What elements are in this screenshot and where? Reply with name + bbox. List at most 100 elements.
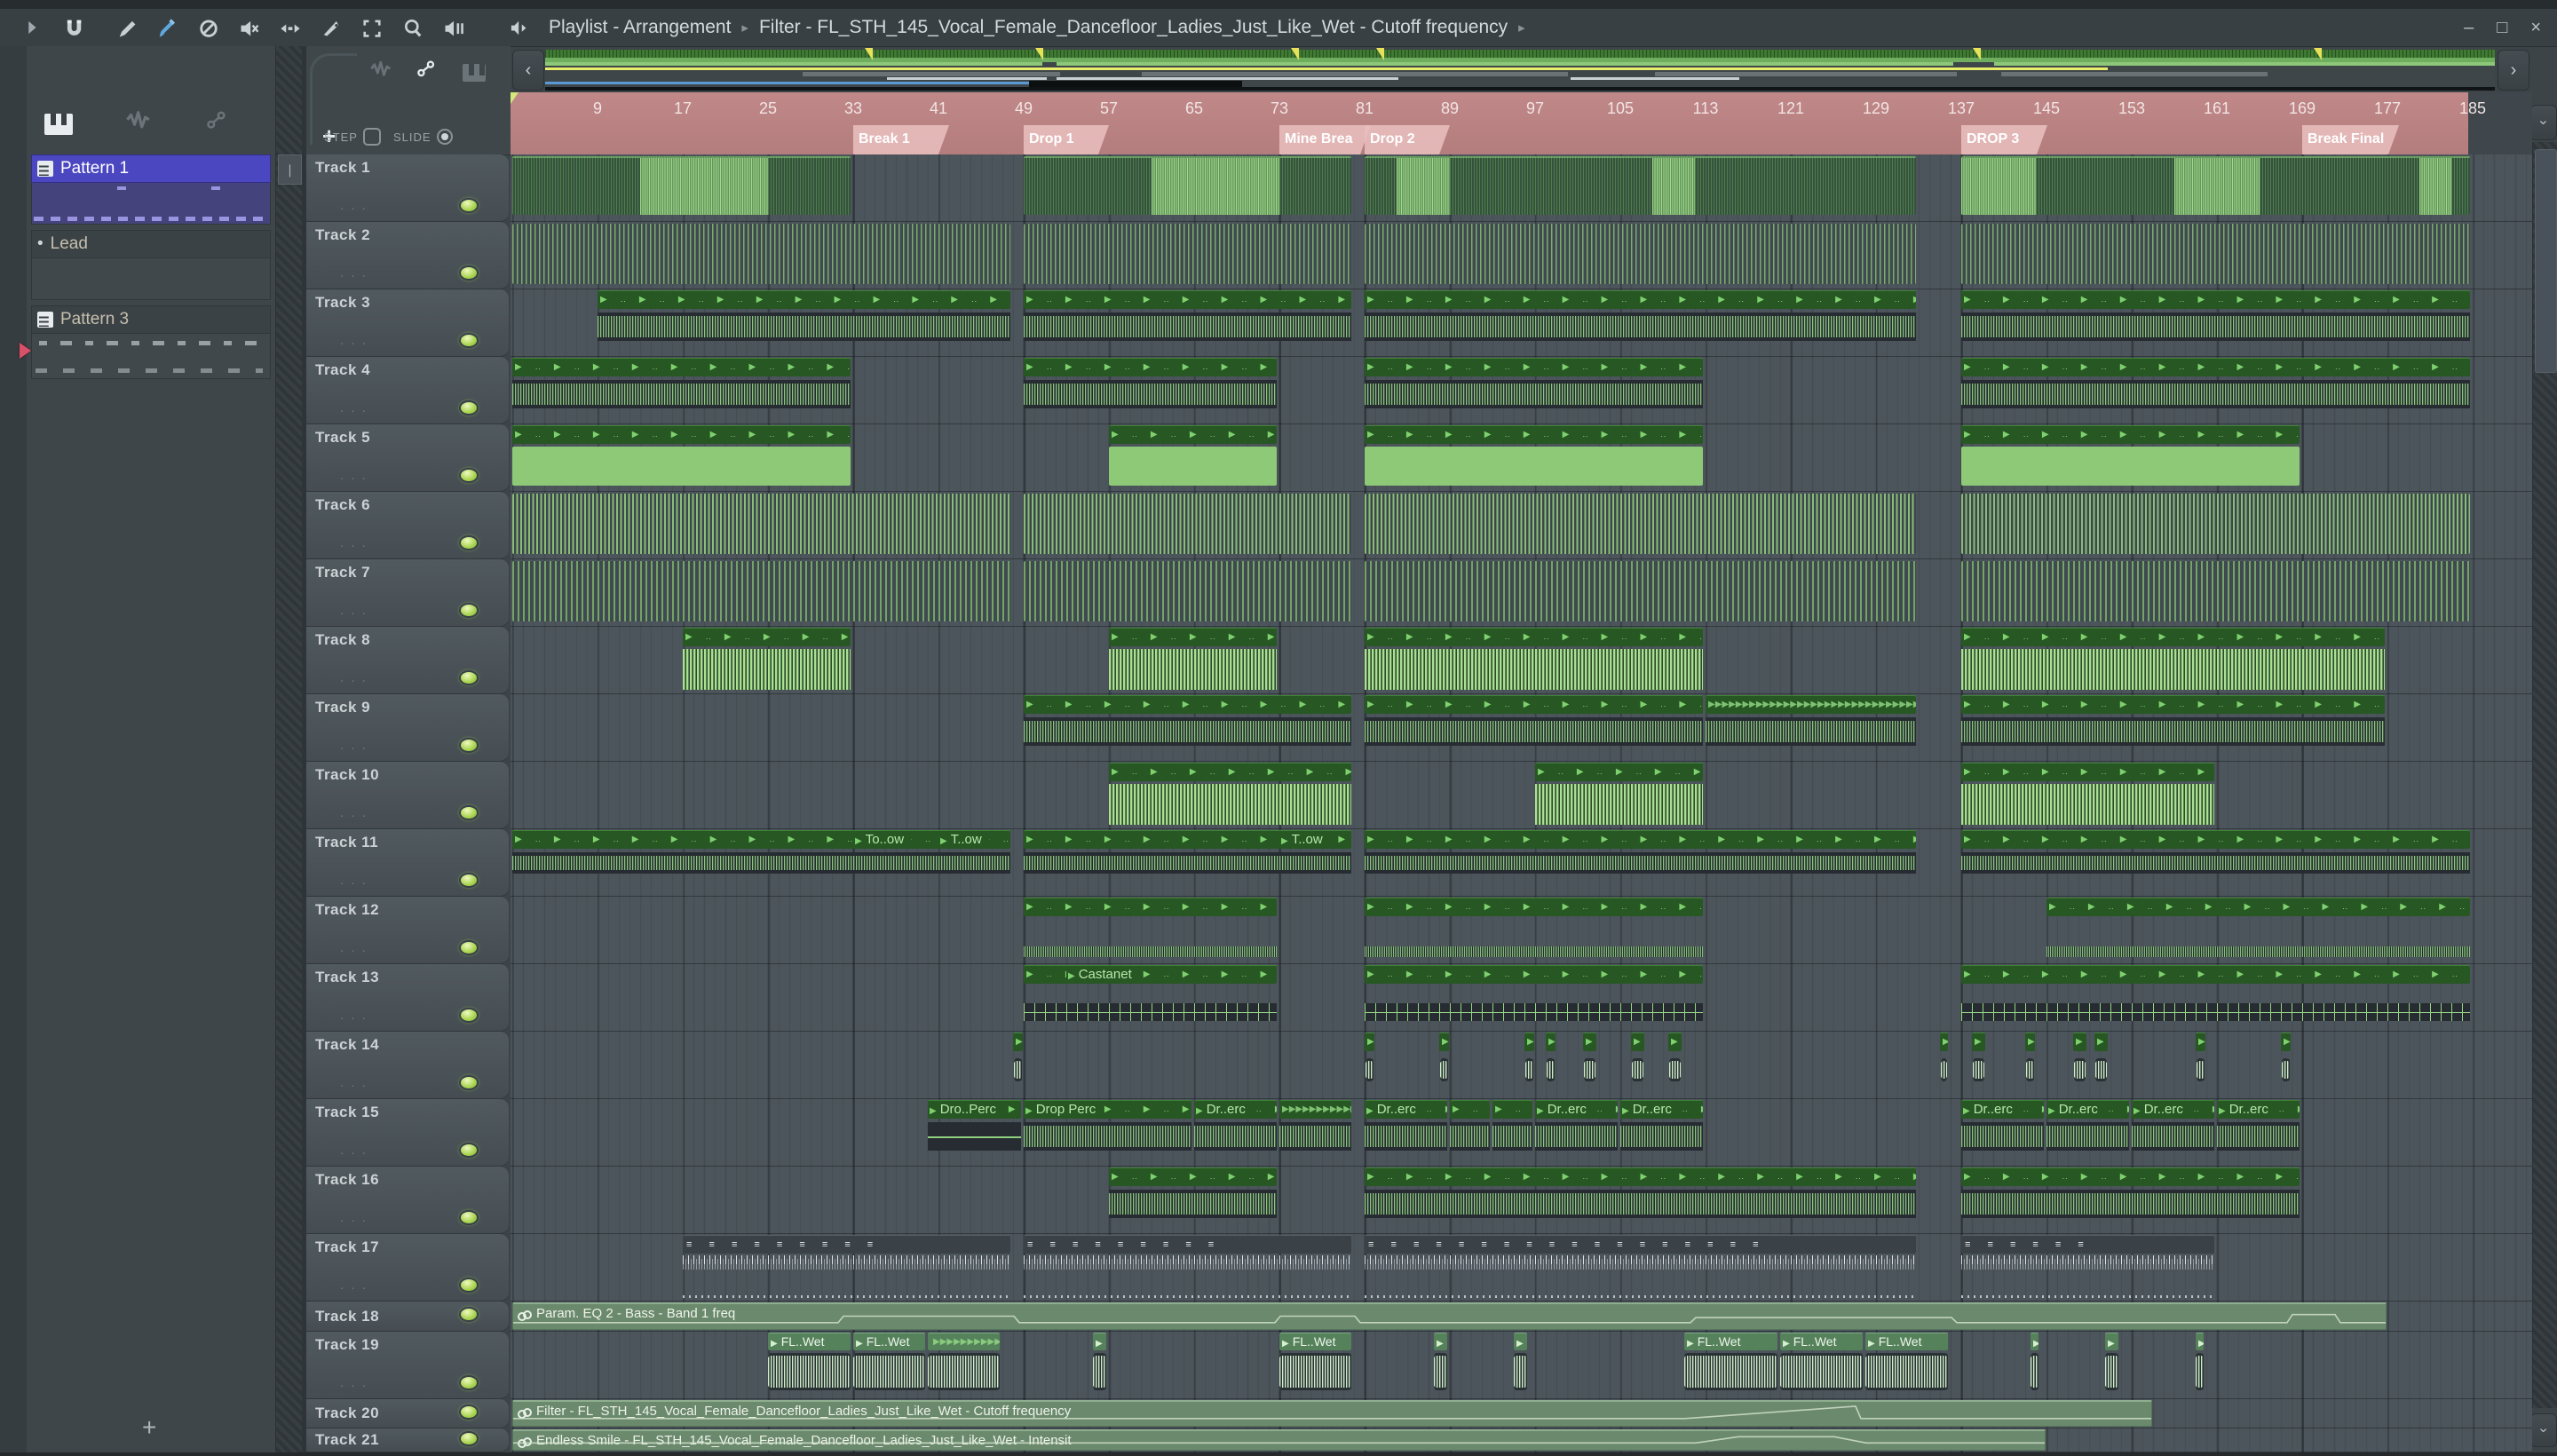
clip-vox[interactable]: ▶ FL..Wet [853, 1332, 925, 1397]
track-row[interactable] [511, 559, 2532, 627]
clip-tiny[interactable]: ▶ ‥ [2025, 1032, 2036, 1097]
track-name[interactable]: Track 17 [315, 1238, 379, 1256]
clip-audio[interactable]: ▶ ‥ ▶ ‥ ▶ ‥ ▶ ‥ ▶ ‥ ▶ ‥ ▶ ‥ ▶Drop Perc [1024, 1099, 1191, 1165]
track-options-dots[interactable]: . . . [340, 940, 368, 955]
track-header[interactable]: Track 17 . . . [306, 1234, 509, 1302]
minimize-button[interactable]: – [2464, 18, 2474, 38]
clip-vox[interactable]: ▶ FL..Wet [768, 1332, 851, 1397]
clip-tiny[interactable]: ▶ ‥ [2094, 1032, 2108, 1097]
mute-led[interactable] [459, 400, 479, 415]
clip-fuzzy[interactable]: ▶ ‥ ▶ ‥ ▶ ‥ ▶ ‥ ▶ ‥ ▶ ‥ ▶ ‥ [683, 627, 851, 692]
clip-vox[interactable]: ▶ FL..Wet [1865, 1332, 1948, 1397]
automation-tab-icon[interactable] [206, 111, 231, 138]
clip-tiny[interactable]: ▶ ‥ [1365, 1032, 1375, 1097]
track-row[interactable]: ▶ ‥ ▶ ‥ ▶ ‥ ▶ ‥ ▶ ‥ ▶ ‥ ▶ ‥ ▶ ‥ ▶ ‥ ▶ ‥ … [511, 829, 2532, 897]
track-header[interactable]: Track 4 . . . [306, 357, 509, 424]
clip-st2[interactable] [512, 492, 1010, 558]
clip-tiny[interactable]: ▶ ‥ [2073, 1032, 2086, 1097]
track-options-dots[interactable]: . . . [340, 198, 368, 213]
track-row[interactable]: ▶ ‥ ▶ ‥ ▶ ‥ ▶ ‥ ▶ ‥ ▶ ‥ ▶ ‥ ▶ ‥ ▶ ‥ ▶ ‥ … [511, 964, 2532, 1032]
mute-led[interactable] [459, 603, 479, 618]
mute-led[interactable] [459, 1431, 479, 1446]
clip-drum[interactable] [1961, 154, 2470, 220]
mute-led[interactable] [459, 1405, 479, 1420]
track-header[interactable]: Track 3 . . . [306, 289, 509, 357]
clip-tiny[interactable]: ▶ ‥ [2281, 1032, 2292, 1097]
clip-audio[interactable]: ▶ ‥ ▶ ‥ ▶ ‥ ▶Dr..erc [2217, 1099, 2300, 1165]
clip-solid[interactable]: ▶ ‥ ▶ ‥ ▶ ‥ ▶ ‥ ▶ ‥ ▶ ‥ ▶ ‥ ▶ ‥ ▶ ‥ ▶ ‥ … [512, 424, 851, 490]
track-row[interactable]: ▶ ‥ ▶ ‥ ▶ ‥ ▶ ‥ ▶ ‥ ▶ ‥ ▶ ‥ ▶ ‥ ▶ ‥ ▶ ‥ … [511, 424, 2532, 492]
track-name[interactable]: Track 13 [315, 969, 379, 986]
track-name[interactable]: Track 15 [315, 1104, 379, 1121]
clip-chev[interactable]: ▶▶▶▶▶▶▶▶▶▶▶▶▶▶▶▶▶▶▶▶▶▶▶▶▶▶▶▶▶▶▶▶▶ [1706, 694, 1916, 760]
clip-audio[interactable]: ▶ ‥ ▶ ‥ ▶ ‥ ▶Dr..erc [2046, 1099, 2129, 1165]
track-row[interactable]: ▶ ‥ ▶ ‥ ▶ ‥ ▶ ‥ ▶ ‥ ▶ ‥ ▶ ‥ ▶ ‥ ▶ ‥ ▶ ‥ … [511, 289, 2532, 357]
clip-audio[interactable]: ▶ ‥ [1450, 1099, 1490, 1165]
clip-audio[interactable]: ▶ ‥ ▶ ‥ ▶ ‥ ▶ ‥ ▶ ‥ ▶ ‥ ▶ ‥ ▶ ‥ ▶ ‥ ▶ ‥ … [1961, 694, 2385, 760]
pattern-item-lead[interactable]: • Lead [31, 230, 271, 258]
clip-thin[interactable]: ▶ ‥ ▶ ‥ ▶ ‥ ▶ ‥ ▶ ‥ ▶ ‥ ▶ ‥ ▶ ‥ ▶ ‥ ▶ ‥ … [1365, 897, 1703, 962]
track-options-dots[interactable]: . . . [340, 333, 368, 348]
audio-view-icon[interactable] [370, 60, 393, 85]
track-name[interactable]: Track 12 [315, 901, 379, 919]
clip-vox[interactable]: ▶ FL..Wet [1780, 1332, 1863, 1397]
clip-audio[interactable]: ▶ ‥ ▶ ‥ ▶ ‥ ▶Dr..erc [2132, 1099, 2214, 1165]
clip-spike[interactable]: ▶ ‥ ▶ ‥ ▶ ‥ ▶ ‥ ▶ ‥ ▶ ‥ ▶ ‥ ▶ ‥ ▶ ‥ ▶ ‥ … [1961, 964, 2470, 1030]
title-bar[interactable]: Playlist - Arrangement ▸ Filter - FL_STH… [0, 9, 2557, 47]
track-name[interactable]: Track 14 [315, 1036, 379, 1054]
timeline-marker[interactable]: Mine Brea [1279, 125, 1371, 154]
clip-audio[interactable]: ▶ ‥ [1492, 1099, 1532, 1165]
track-row[interactable]: ▶ ‥ ▶ ‥ ▶ ‥ ▶ ‥ ▶Dro..Perc▶ ‥ ▶ ‥ ▶ ‥ ▶ … [511, 1099, 2532, 1167]
track-options-dots[interactable]: . . . [340, 1008, 368, 1023]
clip-midi[interactable]: ≡ ≡ ≡ ≡ ≡ ≡ ≡ ≡ ≡ [1024, 1234, 1351, 1300]
clip-auto[interactable]: Filter - FL_STH_145_Vocal_Female_Dancefl… [512, 1400, 2152, 1427]
track-header[interactable]: Track 21 [306, 1428, 509, 1452]
pattern3-preview[interactable] [20, 334, 271, 379]
mute-led[interactable] [459, 1143, 479, 1158]
track-options-dots[interactable]: . . . [340, 1143, 368, 1158]
clip-tiny[interactable]: ▶ ‥ [1524, 1032, 1535, 1097]
track-name[interactable]: Track 5 [315, 429, 370, 447]
song-overview-strip[interactable] [545, 48, 2495, 91]
track-name[interactable]: Track 9 [315, 699, 370, 716]
timeline-marker[interactable]: DROP 3 [1961, 125, 2047, 154]
piano-tab-icon[interactable] [44, 114, 73, 135]
track-header[interactable]: Track 14 . . . [306, 1032, 509, 1099]
timeline-marker[interactable]: Break 1 [853, 125, 949, 154]
track-name[interactable]: Track 3 [315, 294, 370, 312]
clip-thin[interactable]: ▶ ‥ ▶ ‥ ▶ ‥ ▶ ‥ ▶ ‥ ▶ ‥ ▶ ‥ ▶ ‥ ▶ ‥ ▶ ‥ [1024, 897, 1277, 962]
track-name[interactable]: Track 1 [315, 159, 370, 177]
track-header[interactable]: Track 7 . . . [306, 559, 509, 627]
track-name[interactable]: Track 20 [315, 1405, 379, 1422]
clip-st3[interactable] [1365, 559, 1916, 625]
clip-spike[interactable]: ▶ ‥ ▶ ‥ ▶ ‥ ▶ ‥ ▶ ‥ ▶ ‥ ▶ ‥ ▶ ‥ ▶ ‥ ▶ ‥ … [1365, 964, 1703, 1030]
clip-st2[interactable] [1024, 492, 1351, 558]
clip-vox[interactable]: ▶ FL..Wet [1279, 1332, 1351, 1397]
clip-audio[interactable]: ▶ ‥ ▶ ‥ ▶ ‥ ▶ ‥ ▶ ‥ ▶ ‥ ▶ ‥ ▶ ‥ ▶ ‥ ▶ ‥ … [1365, 357, 1703, 423]
add-pattern-button[interactable]: + [142, 1413, 156, 1442]
waveform-tab-icon[interactable] [126, 110, 153, 138]
magnet-icon[interactable] [56, 12, 91, 43]
track-header[interactable]: Track 6 . . . [306, 492, 509, 559]
clip-fuzzy[interactable]: ▶ ‥ ▶ ‥ ▶ ‥ ▶ ‥ ▶ ‥ ▶ ‥ ▶ ‥ [1535, 762, 1703, 827]
mute-led[interactable] [459, 535, 479, 550]
track-name[interactable]: Track 8 [315, 631, 370, 649]
track-name[interactable]: Track 16 [315, 1171, 379, 1189]
playhead-icon[interactable] [511, 92, 519, 107]
track-row[interactable]: ▶ ‥ ▶ ‥ ▶ ‥ ▶ ‥ ▶ ‥ ▶ ‥ ▶ ‥ ▶ ‥ ▶ ‥ ▶ ‥ … [511, 762, 2532, 829]
track-row[interactable] [511, 492, 2532, 559]
clip-tiny[interactable]: ▶ ‥ [1439, 1032, 1450, 1097]
track-name[interactable]: Track 4 [315, 361, 370, 379]
close-button[interactable]: × [2530, 18, 2541, 38]
mute-led[interactable] [459, 873, 479, 888]
timeline-ruler[interactable]: 9 17 25 33 41 49 57 65 73 81 89 97 105 113 121 129 137 14… [511, 92, 2532, 154]
track-row[interactable]: Endless Smile - FL_STH_145_Vocal_Female_… [511, 1428, 2532, 1452]
step-toggle[interactable] [362, 128, 381, 146]
clip-fuzzy[interactable]: ▶ ‥ ▶ ‥ ▶ ‥ ▶ ‥ ▶ ‥ ▶ ‥ ▶ ‥ ▶ ‥ ▶ ‥ ▶ ‥ … [1961, 627, 2385, 692]
track-header[interactable]: Track 9 . . . [306, 694, 509, 762]
clip-chev[interactable]: ▶▶▶▶▶▶▶▶▶▶▶ [1279, 1099, 1351, 1165]
lead-preview[interactable] [31, 258, 271, 300]
track-row[interactable]: Param. EQ 2 - Bass - Band 1 freq [511, 1302, 2532, 1332]
clip-st1[interactable] [1961, 222, 2470, 288]
track-header[interactable]: Track 11 . . . [306, 829, 509, 897]
